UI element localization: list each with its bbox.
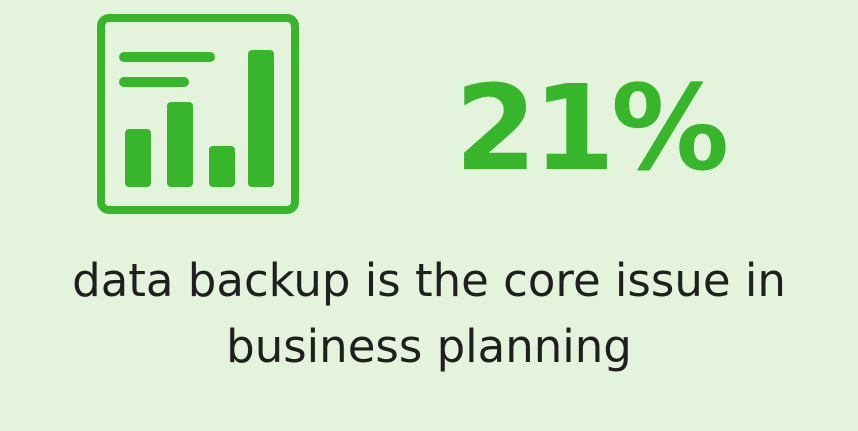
caption-line-1: data backup is the core issue in xyxy=(72,254,786,307)
icon-line-bottom xyxy=(119,77,189,87)
icon-bar-3 xyxy=(209,146,235,187)
icon-line-top xyxy=(119,52,215,62)
icon-bar-4 xyxy=(248,50,274,187)
caption-line-2: business planning xyxy=(226,320,632,373)
icon-bar-2 xyxy=(167,102,193,187)
caption: data backup is the core issue in busines… xyxy=(0,248,858,380)
bar-chart-icon xyxy=(97,14,299,214)
percentage-stat: 21% xyxy=(454,59,729,197)
icon-bar-1 xyxy=(125,129,151,187)
